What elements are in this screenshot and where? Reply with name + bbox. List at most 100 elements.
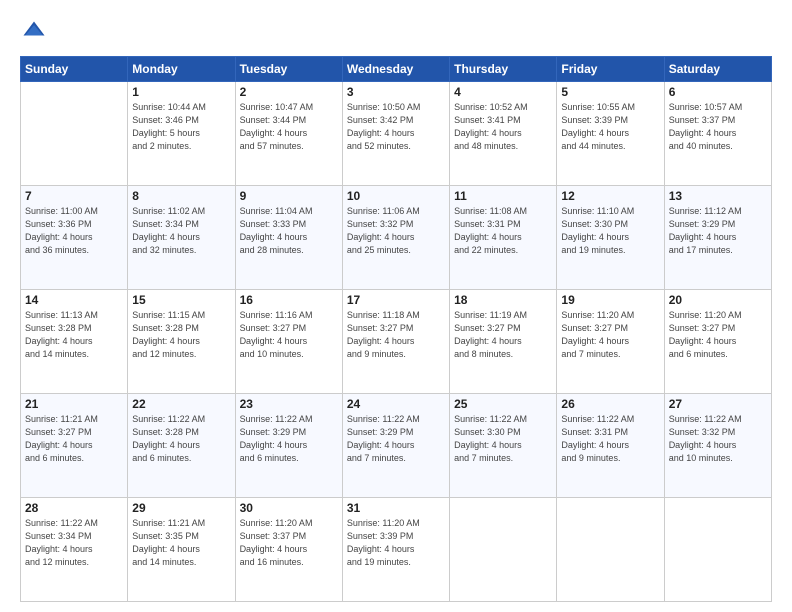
- calendar-cell: 16Sunrise: 11:16 AM Sunset: 3:27 PM Dayl…: [235, 290, 342, 394]
- calendar-cell: 19 Sunrise: 11:20 AM Sunset: 3:27 PM Dayl…: [557, 290, 664, 394]
- calendar-header-row: SundayMondayTuesdayWednesdayThursdayFrid…: [21, 57, 772, 82]
- day-number: 13: [669, 189, 767, 203]
- day-info: Sunrise: 10:52 AM Sunset: 3:41 PM Daylig…: [454, 101, 552, 153]
- day-number: 19: [561, 293, 659, 307]
- day-number: 26: [561, 397, 659, 411]
- calendar-cell: [450, 498, 557, 602]
- calendar-cell: 25 Sunrise: 11:22 AM Sunset: 3:30 PM Dayl…: [450, 394, 557, 498]
- day-number: 28: [25, 501, 123, 515]
- calendar-cell: 31 Sunrise: 11:20 AM Sunset: 3:39 PM Dayl…: [342, 498, 449, 602]
- day-info: Sunrise: 11:22 AM Sunset: 3:32 PM Daylig…: [669, 413, 767, 465]
- calendar-cell: 29Sunrise: 11:21 AM Sunset: 3:35 PM Dayl…: [128, 498, 235, 602]
- day-number: 24: [347, 397, 445, 411]
- calendar-week-3: 14 Sunrise: 11:13 AM Sunset: 3:28 PM Dayl…: [21, 290, 772, 394]
- day-number: 11: [454, 189, 552, 203]
- day-number: 10: [347, 189, 445, 203]
- day-info: Sunrise: 10:50 AM Sunset: 3:42 PM Daylig…: [347, 101, 445, 153]
- day-info: Sunrise: 11:00 AM Sunset: 3:36 PM Daylig…: [25, 205, 123, 257]
- day-info: Sunrise: 11:10 AM Sunset: 3:30 PM Daylig…: [561, 205, 659, 257]
- day-info: Sunrise: 11:02 AM Sunset: 3:34 PM Daylig…: [132, 205, 230, 257]
- day-number: 14: [25, 293, 123, 307]
- day-info: Sunrise: 10:57 AM Sunset: 3:37 PM Daylig…: [669, 101, 767, 153]
- calendar-cell: 28 Sunrise: 11:22 AM Sunset: 3:34 PM Dayl…: [21, 498, 128, 602]
- day-info: Sunrise: 11:22 AM Sunset: 3:31 PM Daylig…: [561, 413, 659, 465]
- day-number: 17: [347, 293, 445, 307]
- day-number: 12: [561, 189, 659, 203]
- calendar-cell: 4Sunrise: 10:52 AM Sunset: 3:41 PM Dayli…: [450, 82, 557, 186]
- col-header-friday: Friday: [557, 57, 664, 82]
- calendar-cell: 21Sunrise: 11:21 AM Sunset: 3:27 PM Dayl…: [21, 394, 128, 498]
- calendar-week-5: 28 Sunrise: 11:22 AM Sunset: 3:34 PM Dayl…: [21, 498, 772, 602]
- calendar-cell: 20 Sunrise: 11:20 AM Sunset: 3:27 PM Dayl…: [664, 290, 771, 394]
- day-info: Sunrise: 11:04 AM Sunset: 3:33 PM Daylig…: [240, 205, 338, 257]
- calendar-cell: 18 Sunrise: 11:19 AM Sunset: 3:27 PM Dayl…: [450, 290, 557, 394]
- day-number: 27: [669, 397, 767, 411]
- calendar-cell: 1 Sunrise: 10:44 AM Sunset: 3:46 PM Dayli…: [128, 82, 235, 186]
- calendar-cell: [557, 498, 664, 602]
- day-number: 8: [132, 189, 230, 203]
- day-info: Sunrise: 11:21 AM Sunset: 3:35 PM Daylig…: [132, 517, 230, 569]
- calendar-cell: 10 Sunrise: 11:06 AM Sunset: 3:32 PM Dayl…: [342, 186, 449, 290]
- calendar-cell: 6 Sunrise: 10:57 AM Sunset: 3:37 PM Dayli…: [664, 82, 771, 186]
- day-info: Sunrise: 11:06 AM Sunset: 3:32 PM Daylig…: [347, 205, 445, 257]
- day-info: Sunrise: 11:22 AM Sunset: 3:29 PM Daylig…: [240, 413, 338, 465]
- day-info: Sunrise: 11:21 AM Sunset: 3:27 PM Daylig…: [25, 413, 123, 465]
- calendar-cell: 13 Sunrise: 11:12 AM Sunset: 3:29 PM Dayl…: [664, 186, 771, 290]
- day-info: Sunrise: 11:22 AM Sunset: 3:28 PM Daylig…: [132, 413, 230, 465]
- calendar-cell: 12 Sunrise: 11:10 AM Sunset: 3:30 PM Dayl…: [557, 186, 664, 290]
- day-info: Sunrise: 10:44 AM Sunset: 3:46 PM Daylig…: [132, 101, 230, 153]
- calendar-week-4: 21Sunrise: 11:21 AM Sunset: 3:27 PM Dayl…: [21, 394, 772, 498]
- day-info: Sunrise: 11:20 AM Sunset: 3:39 PM Daylig…: [347, 517, 445, 569]
- day-number: 7: [25, 189, 123, 203]
- day-number: 31: [347, 501, 445, 515]
- day-info: Sunrise: 10:55 AM Sunset: 3:39 PM Daylig…: [561, 101, 659, 153]
- day-info: Sunrise: 11:19 AM Sunset: 3:27 PM Daylig…: [454, 309, 552, 361]
- day-info: Sunrise: 11:22 AM Sunset: 3:29 PM Daylig…: [347, 413, 445, 465]
- day-info: Sunrise: 10:47 AM Sunset: 3:44 PM Daylig…: [240, 101, 338, 153]
- calendar-cell: 17Sunrise: 11:18 AM Sunset: 3:27 PM Dayl…: [342, 290, 449, 394]
- calendar-cell: 7 Sunrise: 11:00 AM Sunset: 3:36 PM Dayli…: [21, 186, 128, 290]
- calendar-cell: 26 Sunrise: 11:22 AM Sunset: 3:31 PM Dayl…: [557, 394, 664, 498]
- day-info: Sunrise: 11:20 AM Sunset: 3:27 PM Daylig…: [561, 309, 659, 361]
- day-number: 3: [347, 85, 445, 99]
- calendar-week-1: 1 Sunrise: 10:44 AM Sunset: 3:46 PM Dayli…: [21, 82, 772, 186]
- calendar-cell: 8 Sunrise: 11:02 AM Sunset: 3:34 PM Dayli…: [128, 186, 235, 290]
- calendar-week-2: 7 Sunrise: 11:00 AM Sunset: 3:36 PM Dayli…: [21, 186, 772, 290]
- calendar-cell: 2 Sunrise: 10:47 AM Sunset: 3:44 PM Dayli…: [235, 82, 342, 186]
- calendar-cell: 27 Sunrise: 11:22 AM Sunset: 3:32 PM Dayl…: [664, 394, 771, 498]
- calendar-cell: 24 Sunrise: 11:22 AM Sunset: 3:29 PM Dayl…: [342, 394, 449, 498]
- day-number: 20: [669, 293, 767, 307]
- col-header-wednesday: Wednesday: [342, 57, 449, 82]
- day-number: 23: [240, 397, 338, 411]
- day-number: 18: [454, 293, 552, 307]
- day-number: 2: [240, 85, 338, 99]
- day-number: 5: [561, 85, 659, 99]
- col-header-sunday: Sunday: [21, 57, 128, 82]
- day-info: Sunrise: 11:22 AM Sunset: 3:34 PM Daylig…: [25, 517, 123, 569]
- logo: [20, 18, 52, 46]
- logo-icon: [20, 18, 48, 46]
- calendar-cell: 3 Sunrise: 10:50 AM Sunset: 3:42 PM Dayli…: [342, 82, 449, 186]
- calendar-cell: 23 Sunrise: 11:22 AM Sunset: 3:29 PM Dayl…: [235, 394, 342, 498]
- calendar-cell: 22 Sunrise: 11:22 AM Sunset: 3:28 PM Dayl…: [128, 394, 235, 498]
- col-header-saturday: Saturday: [664, 57, 771, 82]
- header: [20, 18, 772, 46]
- day-number: 16: [240, 293, 338, 307]
- day-number: 6: [669, 85, 767, 99]
- day-number: 1: [132, 85, 230, 99]
- col-header-tuesday: Tuesday: [235, 57, 342, 82]
- day-info: Sunrise: 11:12 AM Sunset: 3:29 PM Daylig…: [669, 205, 767, 257]
- day-number: 25: [454, 397, 552, 411]
- col-header-monday: Monday: [128, 57, 235, 82]
- day-info: Sunrise: 11:20 AM Sunset: 3:27 PM Daylig…: [669, 309, 767, 361]
- day-info: Sunrise: 11:20 AM Sunset: 3:37 PM Daylig…: [240, 517, 338, 569]
- col-header-thursday: Thursday: [450, 57, 557, 82]
- calendar-table: SundayMondayTuesdayWednesdayThursdayFrid…: [20, 56, 772, 602]
- day-info: Sunrise: 11:22 AM Sunset: 3:30 PM Daylig…: [454, 413, 552, 465]
- day-number: 30: [240, 501, 338, 515]
- day-info: Sunrise: 11:15 AM Sunset: 3:28 PM Daylig…: [132, 309, 230, 361]
- day-number: 9: [240, 189, 338, 203]
- calendar-cell: 5 Sunrise: 10:55 AM Sunset: 3:39 PM Dayli…: [557, 82, 664, 186]
- day-number: 22: [132, 397, 230, 411]
- day-info: Sunrise: 11:13 AM Sunset: 3:28 PM Daylig…: [25, 309, 123, 361]
